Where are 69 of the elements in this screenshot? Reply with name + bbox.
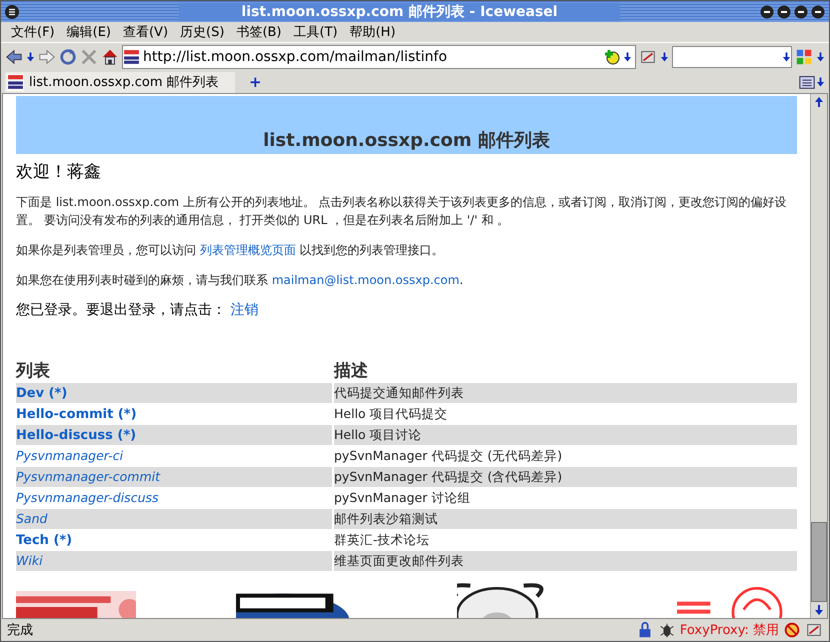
search-field[interactable] xyxy=(672,46,792,68)
window-menu-icon[interactable] xyxy=(5,4,19,18)
page-edit-icon[interactable] xyxy=(805,621,823,639)
description-cell-text: pySvnManager 代码提交 (无代码差异) xyxy=(334,447,564,465)
description-cell: Hello 项目讨论 xyxy=(334,425,797,445)
tab-list-icon[interactable] xyxy=(798,73,816,91)
menu-item[interactable]: 书签(B) xyxy=(230,23,288,41)
intro-paragraph: 下面是 list.moon.ossxp.com 上所有公开的列表地址。 点击列表名称以获得关于该列表更多的信息，或者订阅，取消订阅，更改您订阅的偏好设置。 要访问没有发布的列表的通用信息， 打开类似的 URL ，但是在列表名后附加上 '/' 和 。 xyxy=(16,194,788,229)
contact-paragraph: 如果您在使用列表时碰到的麻烦，请与我们联系 mailman@list.moon.ossxp.com. xyxy=(16,272,464,289)
proxy-status[interactable]: FoxyProxy: 禁用 xyxy=(680,621,779,639)
menu-item[interactable]: 工具(T) xyxy=(288,23,344,41)
admin-overview-link[interactable]: 列表管理概览页面 xyxy=(200,243,296,257)
email-link[interactable]: mailman@list.moon.ossxp.com xyxy=(272,273,460,287)
description-cell: 邮件列表沙箱测试 xyxy=(334,509,797,529)
list-link[interactable]: Tech (*) xyxy=(16,533,72,548)
blocked-icon[interactable] xyxy=(783,621,801,639)
vertical-scrollbar[interactable] xyxy=(810,94,827,618)
window-control-icon[interactable] xyxy=(777,4,791,18)
dropdown-arrow-icon[interactable] xyxy=(26,51,35,63)
menu-item[interactable]: 编辑(E) xyxy=(60,23,117,41)
window-control-icon[interactable] xyxy=(794,4,808,18)
window-control-icon[interactable] xyxy=(811,4,825,18)
menu-item[interactable]: 文件(F) xyxy=(5,23,61,41)
back-arrow-icon[interactable] xyxy=(5,48,23,66)
window-control-icon[interactable] xyxy=(760,4,774,18)
menu-item[interactable]: 历史(S) xyxy=(174,23,230,41)
reload-icon[interactable] xyxy=(59,48,77,66)
welcome-text: 欢迎！蒋鑫 xyxy=(16,161,102,183)
menu-item[interactable]: 帮助(H) xyxy=(344,23,402,41)
mailman-favicon-icon xyxy=(7,74,24,90)
description-cell-text: pySvnManager 讨论组 xyxy=(334,489,472,507)
list-link[interactable]: Hello-discuss (*) xyxy=(16,428,136,443)
scrollbar-thumb[interactable] xyxy=(811,522,827,602)
status-text: 完成 xyxy=(7,622,33,639)
dropdown-arrow-icon[interactable] xyxy=(816,51,825,63)
dropdown-arrow-icon[interactable] xyxy=(782,51,791,63)
new-tab-button[interactable]: + xyxy=(249,73,262,91)
forward-arrow-icon[interactable] xyxy=(38,48,56,66)
dropdown-arrow-icon[interactable] xyxy=(816,76,825,88)
column-header: 描述 xyxy=(334,360,369,382)
logout-paragraph: 您已登录。要退出登录，请点击： 注销 xyxy=(16,301,260,319)
home-icon[interactable] xyxy=(101,48,119,66)
browser-tab[interactable]: list.moon.ossxp.com 邮件列表 xyxy=(5,72,235,92)
admin-paragraph: 如果你是列表管理员，您可以访问 列表管理概览页面 以找到您的列表管理接口。 xyxy=(16,242,445,259)
description-cell-text: 群英汇-技术论坛 xyxy=(334,531,431,549)
menu-item[interactable]: 查看(V) xyxy=(116,23,174,41)
page-edit-icon[interactable] xyxy=(639,48,657,66)
mailman-favicon-icon xyxy=(123,48,140,66)
list-link[interactable]: Wiki xyxy=(16,553,43,568)
dropdown-arrow-icon[interactable] xyxy=(660,51,669,63)
page-heading: list.moon.ossxp.com 邮件列表 xyxy=(263,129,550,152)
list-link[interactable]: Hello-commit (*) xyxy=(16,407,137,422)
column-header: 列表 xyxy=(16,360,51,382)
scroll-down-icon[interactable] xyxy=(814,604,824,616)
description-cell: 代码提交通知邮件列表 xyxy=(334,383,797,403)
description-cell: 维基页面更改邮件列表 xyxy=(334,551,797,571)
list-link[interactable]: Dev (*) xyxy=(16,386,68,401)
list-link[interactable]: Pysvnmanager-commit xyxy=(16,469,160,484)
logout-link[interactable]: 注销 xyxy=(230,302,258,318)
bug-icon[interactable] xyxy=(658,621,676,639)
window-title: list.moon.ossxp.com 邮件列表 - Iceweasel xyxy=(179,2,620,20)
description-cell-text: Hello 项目代码提交 xyxy=(334,405,449,423)
dropdown-arrow-icon[interactable] xyxy=(623,51,632,63)
description-cell: pySvnManager 代码提交 (含代码差异) xyxy=(334,467,797,487)
address-field[interactable]: http://list.moon.ossxp.com/mailman/listinfo xyxy=(122,45,636,69)
scroll-up-icon[interactable] xyxy=(814,96,824,108)
list-link[interactable]: Pysvnmanager-ci xyxy=(16,448,124,463)
list-link[interactable]: Sand xyxy=(16,511,48,526)
list-link[interactable]: Pysvnmanager-discuss xyxy=(16,490,159,505)
